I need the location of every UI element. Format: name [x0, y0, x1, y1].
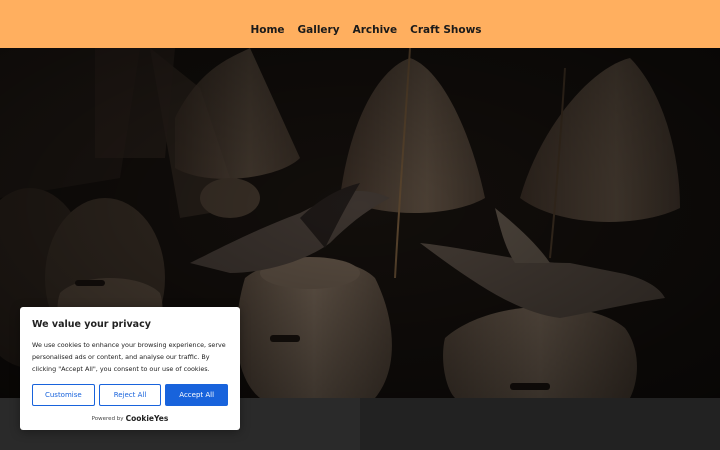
cookie-description: We use cookies to enhance your browsing …	[32, 341, 226, 373]
powered-by-label: Powered by	[91, 415, 124, 422]
accept-all-button[interactable]: Accept All	[165, 384, 229, 406]
main-nav: Home Gallery Archive Craft Shows	[250, 24, 481, 36]
nav-archive[interactable]: Archive	[353, 24, 398, 36]
nav-craft-shows[interactable]: Craft Shows	[410, 24, 481, 36]
cookie-consent-banner: We value your privacy We use cookies to …	[20, 307, 240, 430]
customise-button[interactable]: Customise	[32, 384, 95, 406]
reject-all-button[interactable]: Reject All	[98, 384, 162, 406]
cookieyes-logo: CookieYes	[125, 414, 169, 423]
nav-gallery[interactable]: Gallery	[298, 24, 340, 36]
powered-by: Powered by CookieYes	[32, 414, 228, 423]
cookie-actions: Customise Reject All Accept All	[32, 384, 229, 406]
site-header: Home Gallery Archive Craft Shows	[0, 0, 720, 48]
cookie-title: We value your privacy	[32, 319, 151, 330]
footer-right-panel	[360, 398, 720, 450]
nav-home[interactable]: Home	[250, 24, 284, 36]
